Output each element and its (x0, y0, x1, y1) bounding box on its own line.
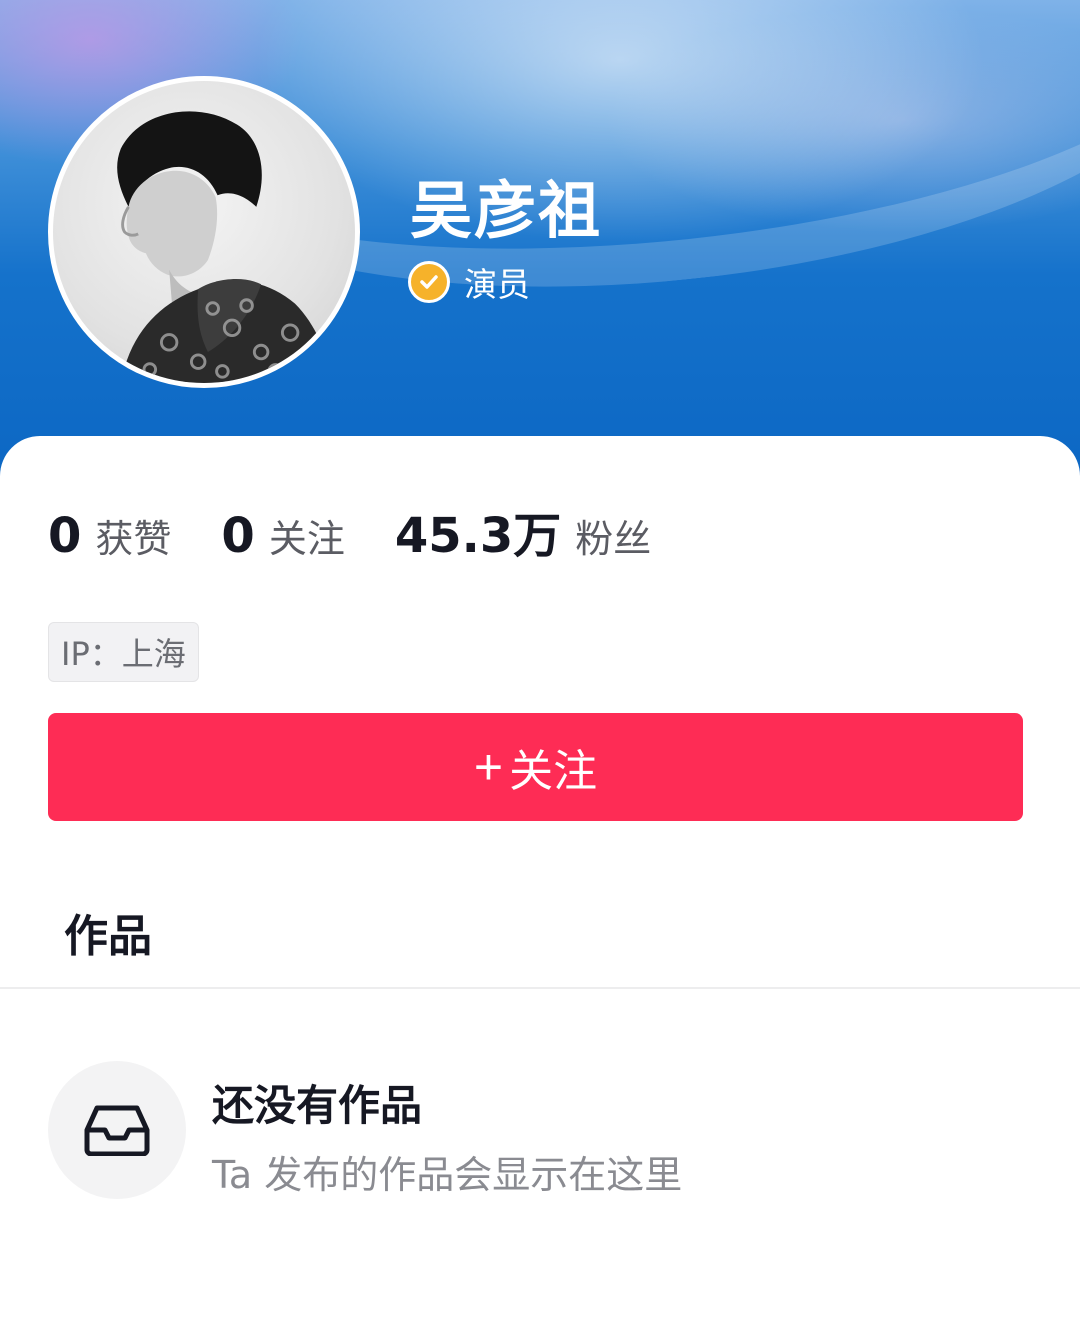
stat-likes[interactable]: 0 获赞 (48, 508, 171, 564)
follow-button[interactable]: + 关注 (48, 713, 1023, 821)
stat-following[interactable]: 0 关注 (221, 508, 344, 564)
ip-location-tag: IP：上海 (48, 622, 199, 682)
empty-state-subtitle: Ta 发布的作品会显示在这里 (212, 1153, 683, 1197)
stat-followers-label: 粉丝 (575, 517, 652, 561)
inbox-tray-icon (84, 1105, 150, 1156)
verification-label: 演员 (464, 265, 530, 304)
avatar-portrait-icon (117, 111, 334, 383)
profile-name: 吴彦祖 (410, 174, 603, 247)
stat-likes-label: 获赞 (95, 517, 172, 561)
stat-likes-value: 0 (48, 508, 82, 564)
tab-divider (0, 987, 1080, 989)
stat-followers-value: 45.3万 (394, 508, 562, 564)
follow-button-label: 关注 (509, 747, 598, 796)
stat-following-label: 关注 (268, 517, 345, 561)
profile-stats: 0 获赞 0 关注 45.3万 粉丝 (48, 496, 701, 566)
stat-followers[interactable]: 45.3万 粉丝 (395, 496, 651, 566)
stat-following-value: 0 (221, 508, 255, 564)
verification-badge: 演员 (408, 258, 530, 306)
empty-state-title: 还没有作品 (212, 1081, 423, 1130)
tab-works[interactable]: 作品 (64, 900, 152, 964)
plus-icon: + (473, 739, 504, 795)
avatar[interactable] (48, 76, 360, 388)
verified-check-icon (408, 261, 450, 303)
empty-state-icon-container (48, 1061, 186, 1199)
